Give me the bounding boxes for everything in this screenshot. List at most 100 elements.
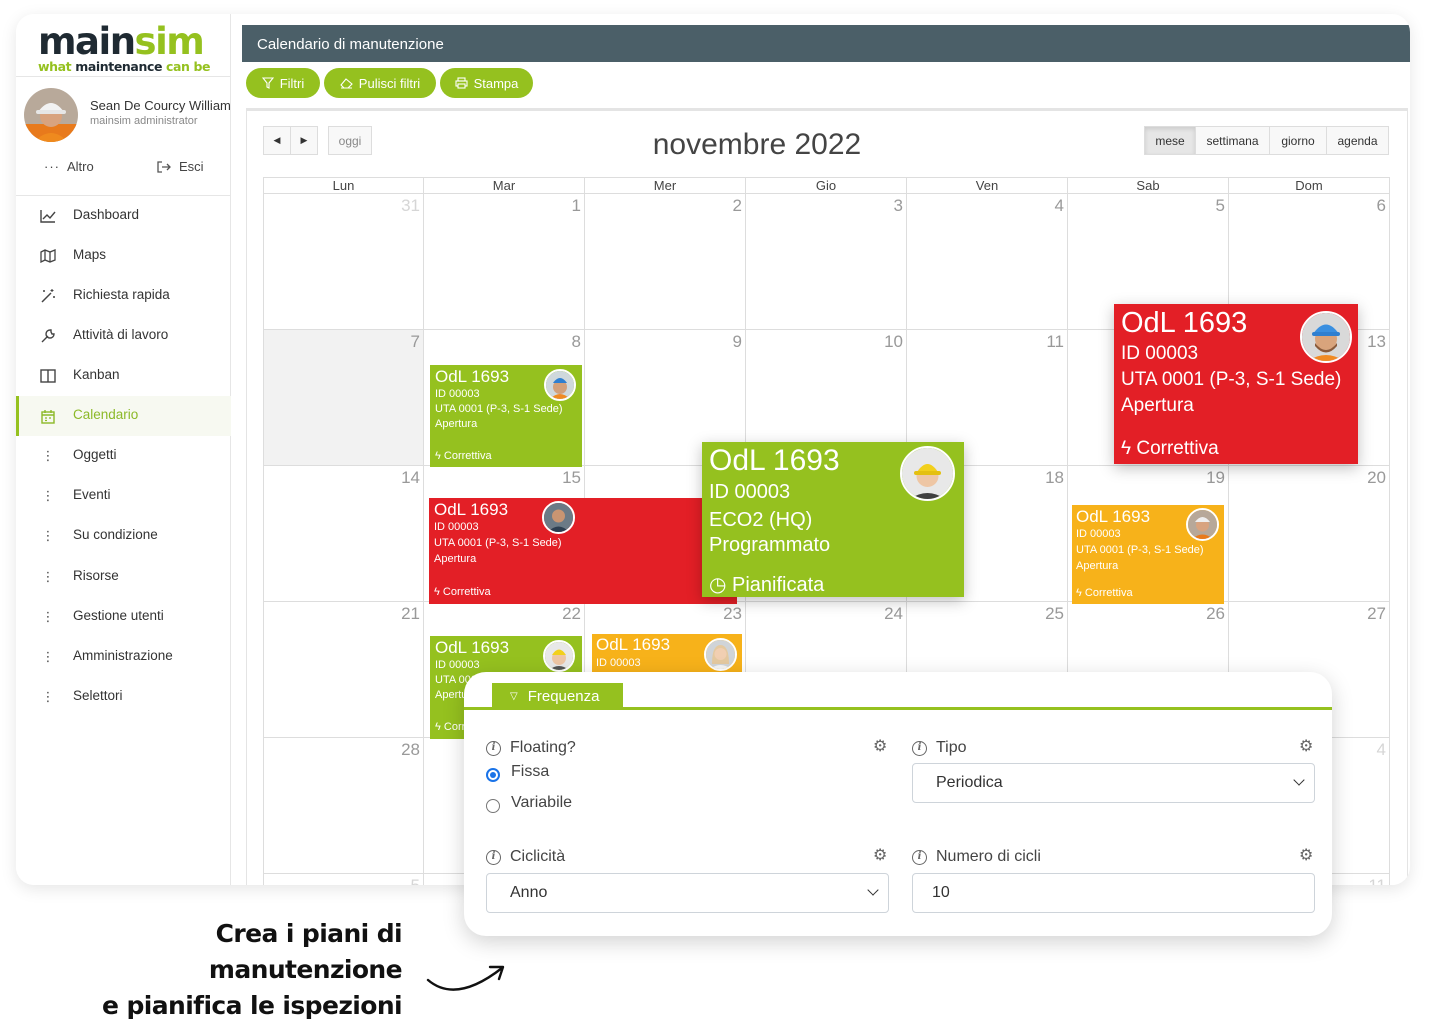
option-label: Variabile [511, 794, 573, 811]
info-icon: i [486, 740, 501, 756]
nav-item-work-activities[interactable]: Attività di lavoro [16, 316, 231, 356]
day-number: 23 [723, 604, 742, 623]
logout-button[interactable]: Esci [156, 159, 204, 174]
event-asset: UTA 0001 (P-3, S-1 Sede) [434, 537, 562, 549]
day-cell[interactable]: 28 [263, 738, 424, 874]
frequency-panel: ▽ Frequenza i Floating? ⚙ Fissa Variabil… [464, 672, 1332, 936]
vertical-dots-icon: ⋮ [41, 569, 55, 584]
nav-item-calendar[interactable]: Calendario [16, 396, 231, 436]
weekday-header: Ven [907, 177, 1068, 194]
technician-avatar [543, 640, 575, 672]
frequency-tab[interactable]: ▽ Frequenza [492, 683, 623, 709]
event-title: OdL 1693 [1076, 507, 1151, 526]
cycles-count-label: i Numero di cicli [912, 848, 1041, 866]
day-number: 1 [571, 196, 581, 215]
event-card[interactable]: OdL 1693 ID 00003 UTA 0001 (P-3, S-1 Sed… [430, 365, 582, 467]
day-cell[interactable]: 3 [746, 194, 907, 330]
bolt-icon: ϟ [435, 721, 444, 733]
cycles-count-input[interactable]: 10 [912, 873, 1315, 913]
chevron-down-icon [867, 884, 879, 896]
caret-down-icon: ▽ [510, 690, 518, 702]
weekday-header: Mer [585, 177, 746, 194]
nav-item-objects[interactable]: ⋮ Oggetti [16, 436, 231, 476]
day-cell[interactable]: 7 [263, 330, 424, 466]
day-number: 14 [401, 468, 420, 487]
nav-item-events[interactable]: ⋮ Eventi [16, 476, 231, 516]
print-icon [455, 77, 468, 89]
nav-item-administration[interactable]: ⋮ Amministrazione [16, 637, 231, 677]
event-card[interactable]: OdL 1693 ID 00003 UTA 0001 (P-3, S-1 Sed… [429, 498, 737, 604]
gear-icon[interactable]: ⚙ [873, 739, 889, 755]
day-number: 11 [1046, 332, 1064, 351]
bolt-icon: ϟ [434, 586, 443, 598]
technician-avatar [1186, 508, 1219, 541]
nav-item-kanban[interactable]: Kanban [16, 356, 231, 396]
logout-icon [157, 160, 171, 173]
event-card[interactable]: OdL 1693 ID 00003 UTA 0001 (P-3, S-1 Sed… [1114, 304, 1358, 464]
radio-variabile[interactable] [486, 799, 500, 813]
today-button[interactable]: oggi [328, 126, 372, 155]
marketing-caption: Crea i piani di manutenzione e pianifica… [102, 919, 403, 1020]
day-number: 22 [562, 604, 581, 623]
view-month-button[interactable]: mese [1144, 126, 1196, 155]
nav-item-selectors[interactable]: ⋮ Selettori [16, 677, 231, 717]
type-select[interactable]: Periodica [912, 763, 1315, 803]
view-week-button[interactable]: settimana [1195, 126, 1270, 155]
view-day-button[interactable]: giorno [1269, 126, 1327, 155]
event-card[interactable]: OdL 1693 ID 00003 UTA 0001 (P-3, S-1 Sed… [1072, 505, 1224, 604]
day-cell[interactable]: 2 [585, 194, 746, 330]
clear-filters-button[interactable]: Pulisci filtri [324, 68, 436, 98]
print-button[interactable]: Stampa [440, 68, 533, 98]
event-asset: ECO2 (HQ) [709, 509, 813, 531]
user-avatar[interactable] [24, 88, 78, 142]
day-cell[interactable]: 20 [1229, 466, 1390, 602]
event-status: Programmato [709, 534, 831, 556]
gear-icon[interactable]: ⚙ [873, 848, 889, 864]
nav-item-on-condition[interactable]: ⋮ Su condizione [16, 516, 231, 556]
calendar-title: novembre 2022 [652, 128, 862, 161]
nav-item-resources[interactable]: ⋮ Risorse [16, 557, 231, 597]
technician-avatar [900, 446, 955, 501]
type-label: i Tipo [912, 739, 967, 757]
event-type: ϟ Correttiva [1121, 438, 1219, 459]
event-id: ID 00003 [709, 481, 791, 503]
day-cell[interactable]: 4 [907, 194, 1068, 330]
event-id: ID 00003 [435, 388, 480, 400]
cycle-select[interactable]: Anno [486, 873, 889, 913]
next-month-button[interactable]: ▶ [290, 126, 318, 155]
event-title: OdL 1693 [435, 638, 510, 657]
nav-item-quick-request[interactable]: Richiesta rapida [16, 276, 231, 316]
day-cell[interactable]: 21 [263, 602, 424, 738]
prev-month-button[interactable]: ◀ [263, 126, 291, 155]
day-cell[interactable]: 31 [263, 194, 424, 330]
sidebar: mainsim what maintenance can be Sean De … [16, 14, 231, 885]
nav-item-dashboard[interactable]: Dashboard [16, 196, 231, 236]
columns-icon [40, 368, 56, 384]
filters-button[interactable]: Filtri [246, 68, 320, 98]
day-cell[interactable]: 14 [263, 466, 424, 602]
day-number: 26 [1206, 604, 1225, 623]
vertical-dots-icon: ⋮ [41, 649, 55, 664]
day-number: 19 [1206, 468, 1225, 487]
gear-icon[interactable]: ⚙ [1299, 739, 1315, 755]
day-cell[interactable]: 1 [424, 194, 585, 330]
radio-fissa[interactable] [486, 768, 500, 782]
vertical-dots-icon: ⋮ [41, 528, 55, 543]
tab-underline [464, 707, 1332, 710]
nav-item-maps[interactable]: Maps [16, 236, 231, 276]
day-number: 5 [411, 876, 420, 885]
view-agenda-button[interactable]: agenda [1326, 126, 1389, 155]
more-button[interactable]: ··· Altro [44, 159, 94, 174]
gear-icon[interactable]: ⚙ [1299, 848, 1315, 864]
page-title: Calendario di manutenzione [257, 36, 444, 53]
chevron-down-icon [1293, 774, 1305, 786]
mainsim-logo[interactable]: mainsim what maintenance can be [38, 22, 218, 76]
day-cell[interactable]: 5 [263, 874, 424, 885]
day-number: 8 [571, 332, 581, 351]
event-card[interactable]: OdL 1693 ID 00003 ECO2 (HQ) Programmato … [702, 442, 964, 597]
event-type: ϟ Correttiva [1076, 587, 1133, 599]
nav-item-user-management[interactable]: ⋮ Gestione utenti [16, 597, 231, 637]
vertical-dots-icon: ⋮ [41, 488, 55, 503]
weekday-header: Dom [1229, 177, 1390, 194]
page-title-bar: Calendario di manutenzione [242, 25, 1410, 62]
